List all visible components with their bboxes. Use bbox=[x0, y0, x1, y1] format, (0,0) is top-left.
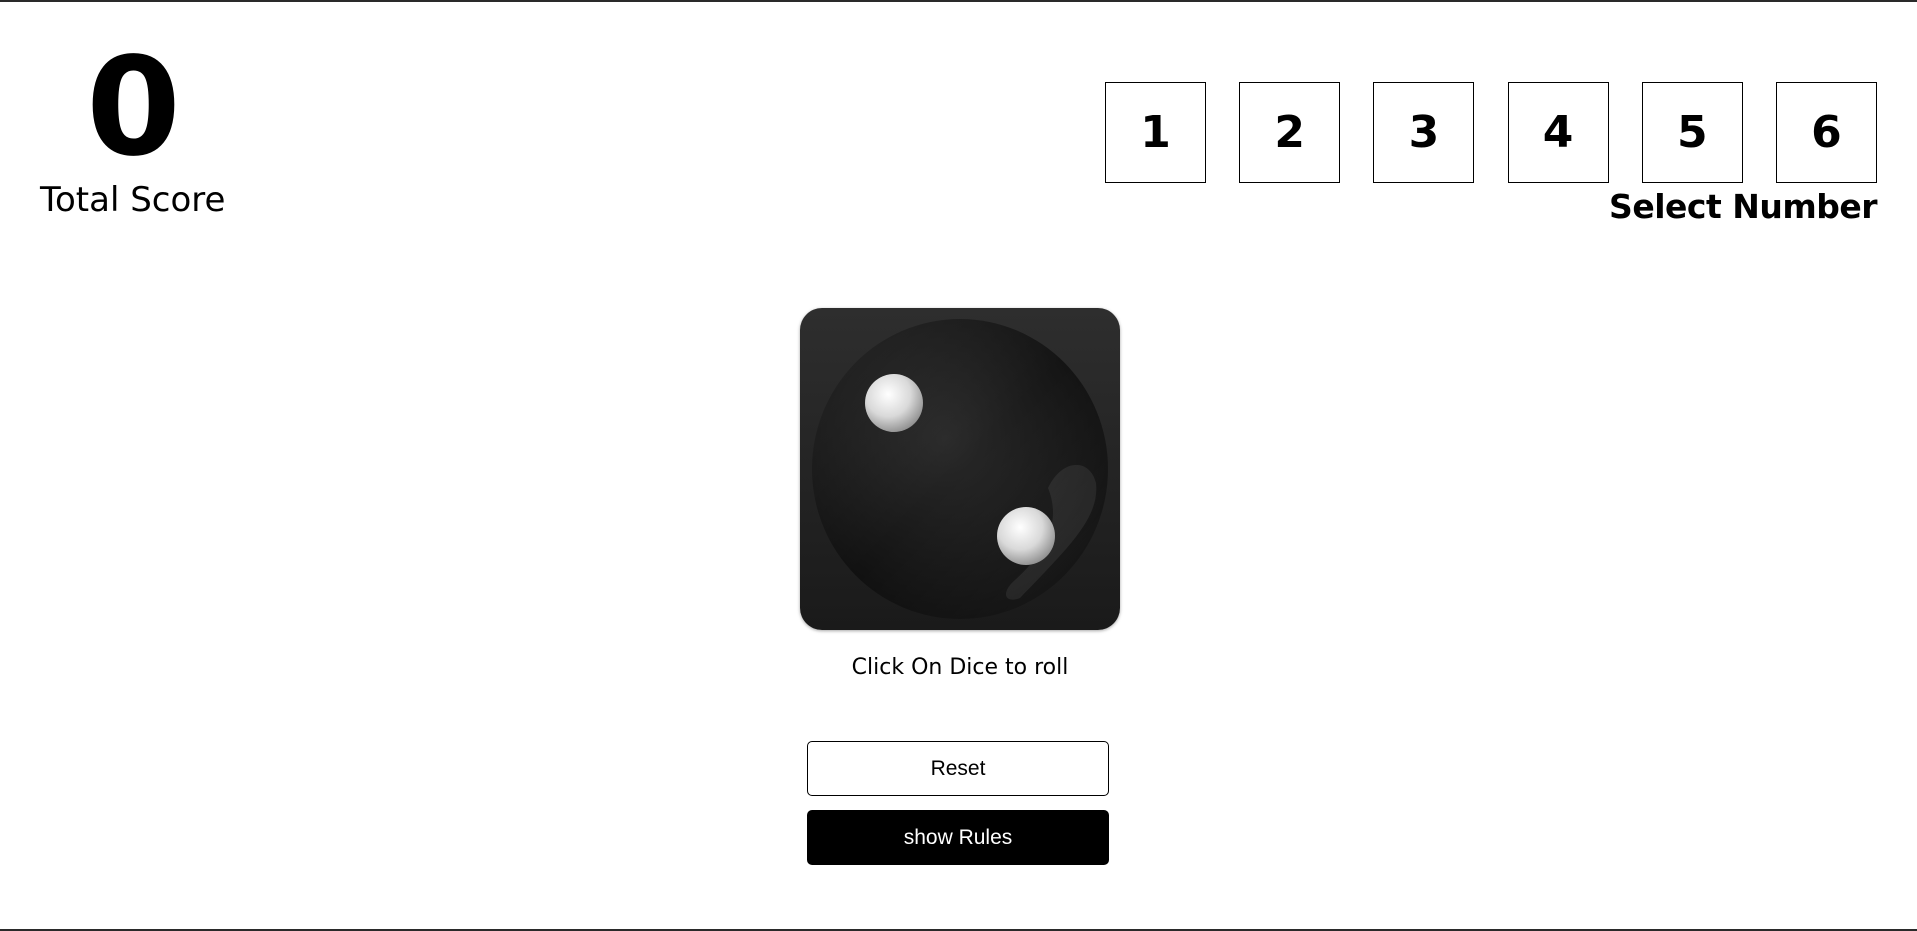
dice-pip bbox=[997, 507, 1055, 565]
select-number-label: Select Number bbox=[1609, 187, 1877, 226]
number-options: 1 2 3 4 5 6 bbox=[1105, 82, 1877, 183]
dice-pip bbox=[865, 374, 923, 432]
number-option-4[interactable]: 4 bbox=[1507, 82, 1609, 183]
number-selector: 1 2 3 4 5 6 Select Number bbox=[1105, 82, 1878, 227]
show-rules-button[interactable]: show Rules bbox=[807, 810, 1109, 865]
total-score-value: 0 bbox=[86, 29, 181, 187]
total-score-panel: 0 Total Score bbox=[40, 40, 225, 220]
dice-face-graphic bbox=[812, 319, 1108, 619]
game-screen: 0 Total Score 1 2 3 4 5 6 Select Number bbox=[0, 0, 1917, 931]
reset-button[interactable]: Reset bbox=[807, 741, 1109, 796]
total-score-label: Total Score bbox=[40, 180, 226, 220]
number-option-1[interactable]: 1 bbox=[1105, 82, 1206, 183]
dice-two-icon[interactable] bbox=[800, 308, 1120, 630]
number-option-3[interactable]: 3 bbox=[1373, 82, 1475, 183]
number-option-5[interactable]: 5 bbox=[1641, 82, 1743, 183]
number-option-2[interactable]: 2 bbox=[1239, 82, 1341, 183]
roll-instruction: Click On Dice to roll bbox=[851, 655, 1069, 680]
number-option-6[interactable]: 6 bbox=[1775, 82, 1877, 183]
